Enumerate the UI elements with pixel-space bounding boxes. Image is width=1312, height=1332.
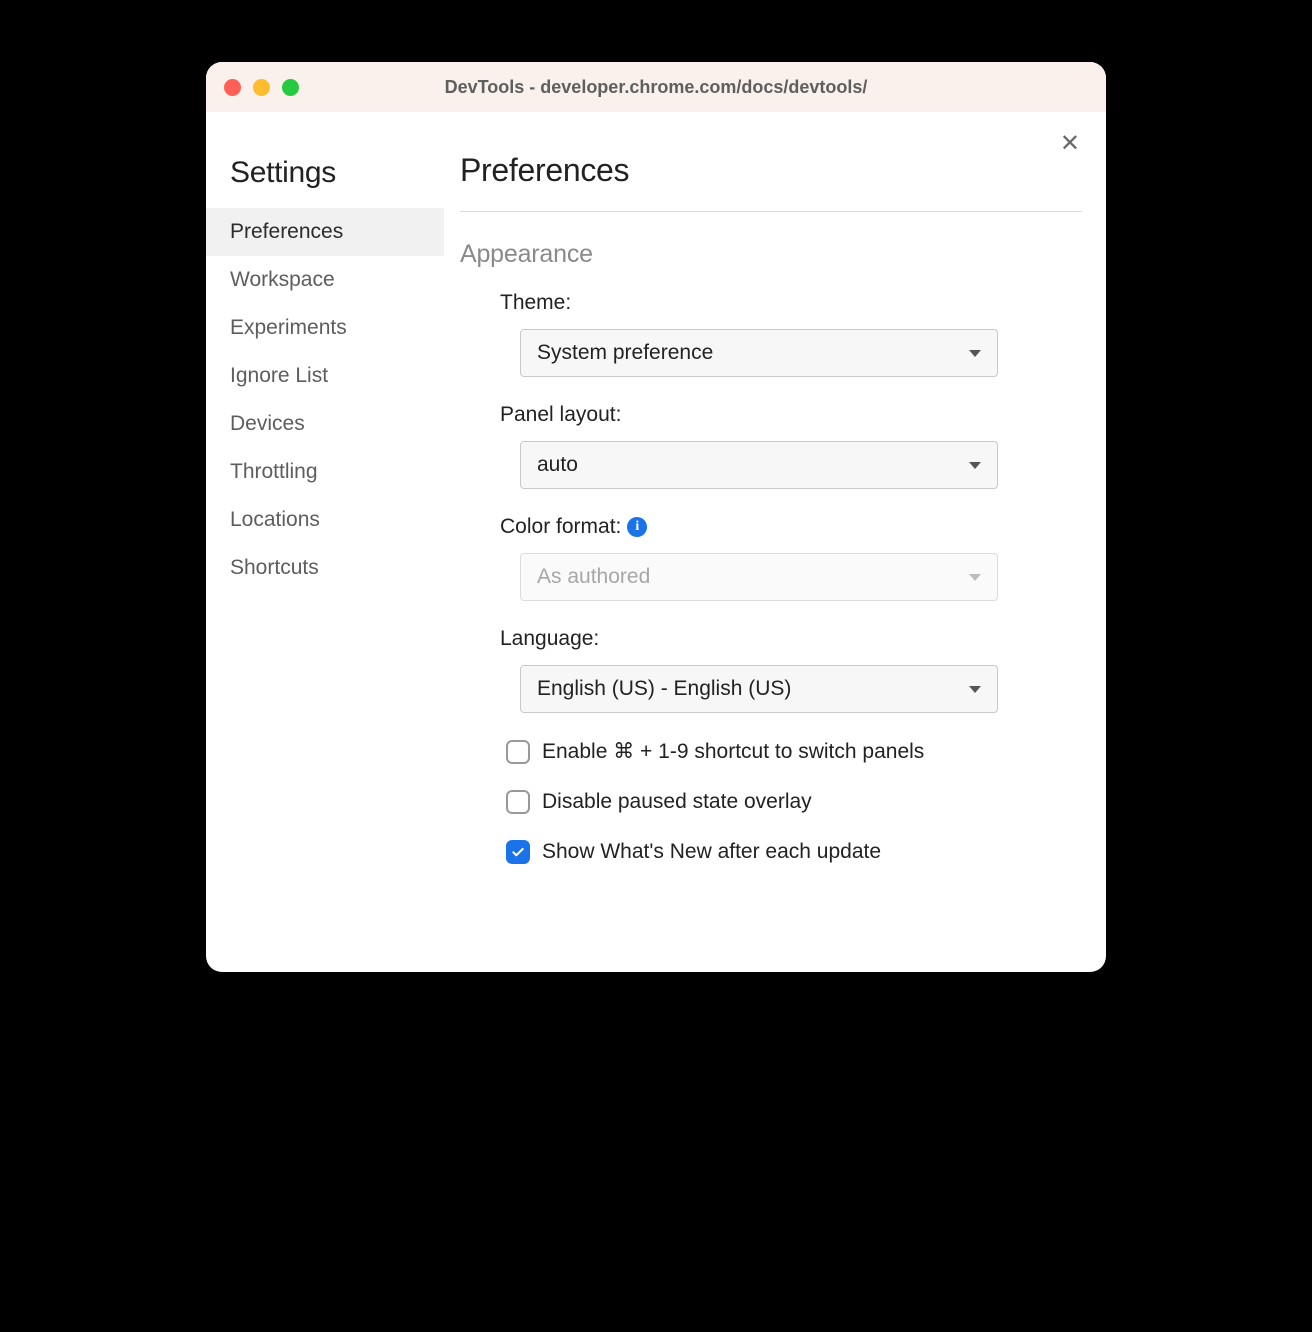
maximize-window-button[interactable] (282, 79, 299, 96)
sidebar-item-workspace[interactable]: Workspace (206, 256, 444, 304)
window-title: DevTools - developer.chrome.com/docs/dev… (206, 77, 1106, 98)
panel-layout-label: Panel layout: (500, 403, 1082, 427)
sidebar-item-label: Locations (230, 508, 320, 532)
checkbox-row: Disable paused state overlay (506, 790, 1082, 814)
titlebar: DevTools - developer.chrome.com/docs/dev… (206, 62, 1106, 112)
sidebar-item-label: Ignore List (230, 364, 328, 388)
panel-layout-value: auto (537, 453, 578, 477)
checkbox-label: Show What's New after each update (542, 840, 881, 864)
checkbox-label: Enable ⌘ + 1-9 shortcut to switch panels (542, 739, 924, 764)
checkbox[interactable] (506, 840, 530, 864)
checkbox[interactable] (506, 790, 530, 814)
language-label: Language: (500, 627, 1082, 651)
color-format-select: As authored (520, 553, 998, 601)
sidebar-item-throttling[interactable]: Throttling (206, 448, 444, 496)
language-value: English (US) - English (US) (537, 677, 791, 701)
section-appearance: Appearance (460, 240, 1082, 269)
sidebar-item-label: Workspace (230, 268, 335, 292)
sidebar-item-experiments[interactable]: Experiments (206, 304, 444, 352)
sidebar-item-label: Preferences (230, 220, 343, 244)
traffic-lights (224, 79, 299, 96)
sidebar-item-shortcuts[interactable]: Shortcuts (206, 544, 444, 592)
info-icon[interactable]: i (627, 517, 647, 537)
sidebar-item-label: Throttling (230, 460, 318, 484)
close-window-button[interactable] (224, 79, 241, 96)
field-panel-layout: Panel layout: auto (500, 403, 1082, 489)
sidebar: Settings Preferences Workspace Experiments… (206, 142, 444, 942)
sidebar-item-locations[interactable]: Locations (206, 496, 444, 544)
page-title: Preferences (460, 142, 1082, 212)
settings-content: ✕ Settings Preferences Workspace Experimen… (206, 112, 1106, 972)
check-icon (510, 844, 526, 860)
chevron-down-icon (969, 686, 981, 693)
sidebar-item-devices[interactable]: Devices (206, 400, 444, 448)
theme-label: Theme: (500, 291, 1082, 315)
field-theme: Theme: System preference (500, 291, 1082, 377)
language-select[interactable]: English (US) - English (US) (520, 665, 998, 713)
panel-layout-select[interactable]: auto (520, 441, 998, 489)
sidebar-item-label: Devices (230, 412, 305, 436)
theme-select[interactable]: System preference (520, 329, 998, 377)
sidebar-item-label: Experiments (230, 316, 347, 340)
color-format-label: Color format: i (500, 515, 1082, 539)
sidebar-item-ignore-list[interactable]: Ignore List (206, 352, 444, 400)
close-icon[interactable]: ✕ (1060, 132, 1080, 156)
chevron-down-icon (969, 462, 981, 469)
field-language: Language: English (US) - English (US) (500, 627, 1082, 713)
minimize-window-button[interactable] (253, 79, 270, 96)
sidebar-title: Settings (206, 142, 444, 208)
sidebar-item-label: Shortcuts (230, 556, 319, 580)
chevron-down-icon (969, 350, 981, 357)
checkbox-row: Enable ⌘ + 1-9 shortcut to switch panels (506, 739, 1082, 764)
color-format-value: As authored (537, 565, 650, 589)
sidebar-item-preferences[interactable]: Preferences (206, 208, 444, 256)
chevron-down-icon (969, 574, 981, 581)
devtools-window: DevTools - developer.chrome.com/docs/dev… (206, 62, 1106, 972)
theme-value: System preference (537, 341, 713, 365)
field-color-format: Color format: i As authored (500, 515, 1082, 601)
main-panel: Preferences Appearance Theme: System pre… (444, 142, 1106, 942)
checkbox-label: Disable paused state overlay (542, 790, 812, 814)
checkbox[interactable] (506, 740, 530, 764)
checkbox-row: Show What's New after each update (506, 840, 1082, 864)
